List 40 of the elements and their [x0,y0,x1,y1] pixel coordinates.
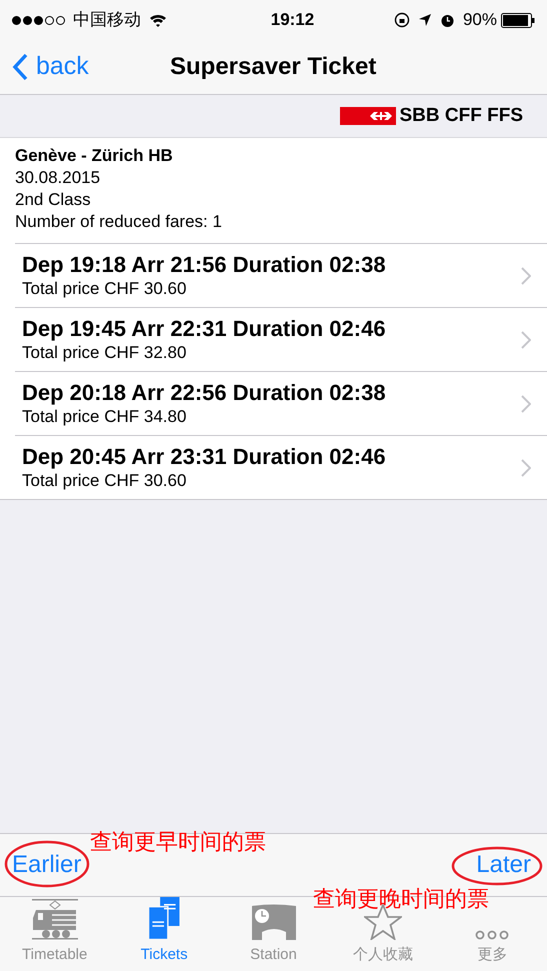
more-icon [475,930,510,940]
connection-row[interactable]: Dep 20:18 Arr 22:56 Duration 02:38 Total price CHF 34.80 [15,371,547,435]
location-arrow-icon [418,13,432,27]
annotation-note: 查询更早时间的票 [90,829,266,857]
ticket-detail: Number of reduced fares: 1 [15,211,222,233]
ticket-detail: 30.08.2015 [15,167,100,189]
signal-icon [12,16,65,24]
screen-title: Supersaver Ticket [170,52,376,82]
chevron-right-icon [521,394,531,412]
connection-row[interactable]: Dep 19:45 Arr 22:31 Duration 02:46 Total price CHF 32.80 [15,307,547,371]
annotation-note: 查询更晚时间的票 [313,886,489,914]
battery-percent: 90% [462,9,497,32]
station-clock-icon [252,904,296,940]
connection-times: Dep 19:45 Arr 22:31 Duration 02:46 [22,316,386,342]
chevron-right-icon [521,458,531,476]
tab-bar-item[interactable]: Timetable [0,897,110,971]
chevron-right-icon [521,330,531,348]
ticket-detail: Genève - Zürich HB [15,145,173,167]
carrier-name: 中国移动 [73,9,141,32]
connection-price: Total price CHF 34.80 [22,406,186,428]
chevron-left-icon [12,53,28,81]
connection-price: Total price CHF 32.80 [22,342,186,364]
connection-price: Total price CHF 30.60 [22,278,186,300]
alarm-clock-icon [440,12,455,28]
connection-times: Dep 20:18 Arr 22:56 Duration 02:38 [22,380,386,406]
battery-icon [500,12,535,28]
chevron-right-icon [521,266,531,284]
connection-row[interactable]: Dep 19:18 Arr 21:56 Duration 02:38 Total price CHF 30.60 [15,243,547,307]
wifi-icon [149,14,167,26]
connection-price: Total price CHF 30.60 [22,470,186,492]
connection-times: Dep 19:18 Arr 21:56 Duration 02:38 [22,252,386,278]
ticket-detail: 2nd Class [15,189,91,211]
rotation-lock-icon [394,12,410,28]
brand-name: SBB CFF FFS [400,104,523,128]
connection-row[interactable]: Dep 20:45 Arr 23:31 Duration 02:46 Total price CHF 30.60 [15,435,547,499]
back-button[interactable]: back [12,48,89,86]
connection-times: Dep 20:45 Arr 23:31 Duration 02:46 [22,444,386,470]
clock-time: 19:12 [270,9,314,32]
swiss-cross-logo-icon [340,107,396,125]
tab-bar-item[interactable]: Tickets [109,897,219,971]
